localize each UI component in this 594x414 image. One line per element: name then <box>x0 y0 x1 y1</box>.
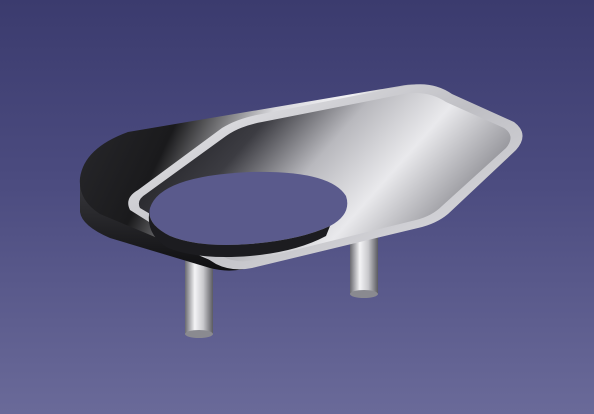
leg-left <box>185 256 213 338</box>
model-canvas[interactable] <box>0 0 594 414</box>
leg-right <box>350 234 378 298</box>
3d-viewport[interactable] <box>0 0 594 414</box>
